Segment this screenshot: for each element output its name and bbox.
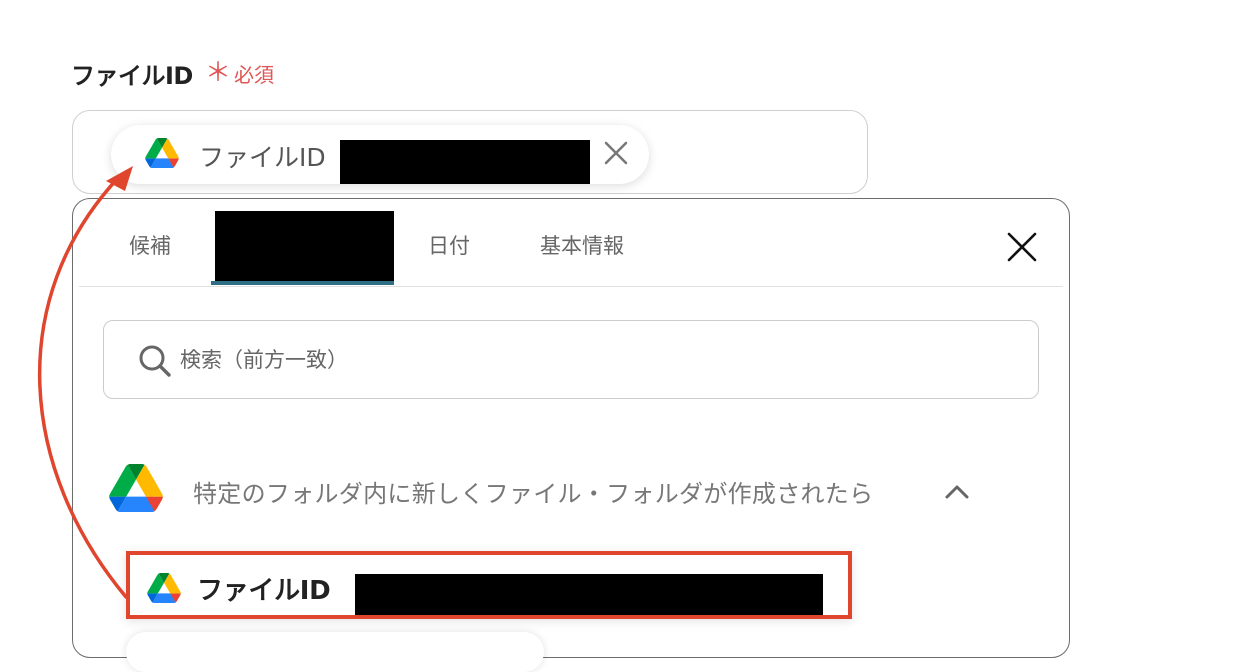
tab-redacted[interactable] [215, 211, 394, 281]
redacted-value [340, 140, 590, 184]
close-icon[interactable] [1006, 231, 1038, 263]
tab-divider [79, 286, 1063, 287]
required-mark: ＊ [205, 58, 232, 88]
close-icon[interactable] [602, 139, 630, 167]
active-tab-indicator [211, 281, 394, 285]
next-option[interactable] [126, 632, 544, 672]
required-text: 必須 [234, 63, 274, 87]
search-icon [139, 345, 171, 377]
trigger-group-title[interactable]: 特定のフォルダ内に新しくファイル・フォルダが作成されたら [193, 474, 873, 509]
google-drive-icon [145, 138, 179, 168]
highlight-box [126, 551, 852, 619]
tab-date[interactable]: 日付 [428, 230, 470, 260]
tab-basic-info[interactable]: 基本情報 [540, 230, 624, 260]
google-drive-icon [109, 464, 163, 512]
chip-label: ファイルID [199, 143, 326, 172]
chevron-up-icon[interactable] [944, 482, 970, 500]
search-input[interactable] [180, 338, 1000, 382]
field-label: ファイルID [71, 62, 193, 90]
tab-candidates[interactable]: 候補 [129, 230, 171, 260]
